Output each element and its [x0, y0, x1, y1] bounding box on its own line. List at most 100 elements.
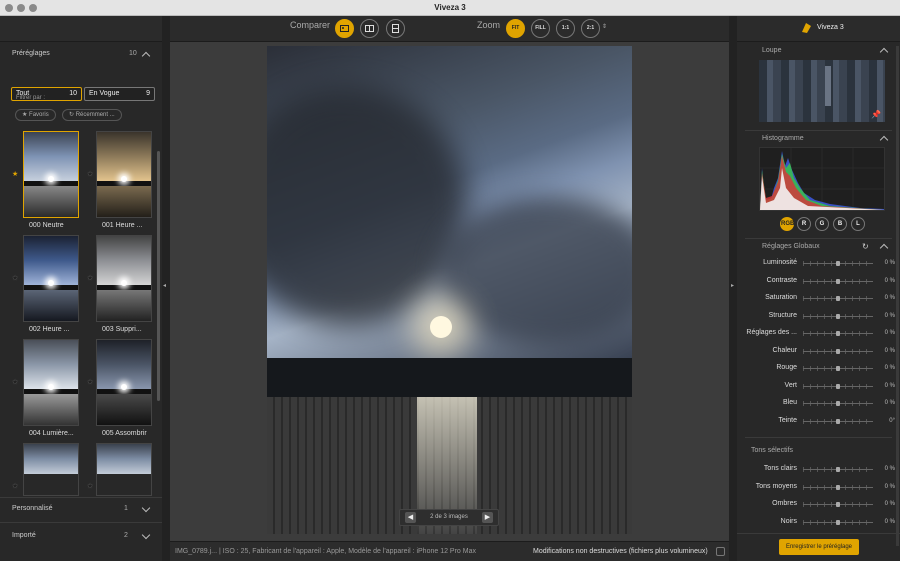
loupe-collapse-icon[interactable] [879, 47, 889, 57]
histogram-graph [760, 148, 884, 210]
histogram-title: Histogramme [762, 135, 804, 142]
slider-value: 0 % [884, 483, 895, 490]
tab-en-vogue[interactable]: En Vogue 9 [84, 87, 155, 101]
left-panel-toggle[interactable]: ◂ [162, 16, 170, 561]
slider-knob[interactable] [836, 418, 840, 424]
adjustment-slider[interactable] [803, 484, 873, 490]
adjustments-scrollbar[interactable] [896, 46, 899, 546]
adjustment-slider[interactable] [803, 401, 873, 406]
compare-single-button[interactable] [335, 19, 354, 38]
favorite-star-icon[interactable]: ★ [87, 170, 93, 178]
slider-knob[interactable] [836, 401, 840, 406]
adjustment-slider[interactable] [803, 278, 873, 284]
importe-count: 2 [124, 532, 128, 539]
channel-rgb-button[interactable]: RGB [780, 217, 794, 231]
zoom-fill-button[interactable]: FILL [531, 19, 550, 38]
preset-thumb-7[interactable] [96, 443, 152, 496]
presets-collapse-icon[interactable] [141, 51, 151, 61]
slider-knob[interactable] [836, 296, 840, 301]
slider-knob[interactable] [836, 331, 840, 336]
channel-g-button[interactable]: G [815, 217, 829, 231]
preset-thumb-3[interactable] [96, 235, 152, 322]
status-bar: IMG_0789.j... | ISO : 25, Fabricant de l… [170, 541, 729, 561]
preset-thumb-4[interactable] [23, 339, 79, 426]
favorite-star-icon[interactable]: ★ [87, 482, 93, 490]
slider-knob[interactable] [836, 383, 840, 389]
zoom-fit-button[interactable]: FIT [506, 19, 525, 38]
importe-expand-icon[interactable] [141, 530, 151, 540]
preset-thumb-2[interactable] [23, 235, 79, 322]
adjustment-slider[interactable] [803, 296, 873, 301]
adjustment-slider[interactable] [803, 313, 873, 319]
favorite-star-icon[interactable]: ★ [12, 482, 18, 490]
zoom-1to1-button[interactable]: 1:1 [556, 19, 575, 38]
app-name: Viveza 3 [817, 24, 844, 31]
preset-thumb-5[interactable] [96, 339, 152, 426]
preset-label-5: 005 Assombrir [102, 430, 147, 437]
slider-value: 0 % [884, 466, 895, 472]
compare-split-button[interactable] [360, 19, 379, 38]
preset-thumb-0[interactable] [23, 131, 79, 218]
slider-label: Luminosité [763, 259, 797, 266]
slider-knob[interactable] [836, 261, 840, 266]
slider-value: 0 % [884, 347, 895, 354]
adjustment-slider[interactable] [803, 366, 873, 371]
preset-label-0: 000 Neutre [29, 222, 64, 229]
slider-label: Chaleur [772, 346, 797, 354]
title-bar: Viveza 3 [0, 0, 900, 16]
favorite-star-icon[interactable]: ★ [12, 274, 18, 282]
compare-stacked-button[interactable] [386, 19, 405, 38]
preview-image[interactable] [267, 46, 632, 534]
favorite-star-icon[interactable]: ★ [87, 378, 93, 386]
next-image-button[interactable]: ▶ [482, 512, 493, 523]
zoom-2to1-button[interactable]: 2:1 [581, 19, 600, 38]
slider-value: 0 % [884, 295, 895, 301]
personnalise-expand-icon[interactable] [141, 503, 151, 513]
adjustment-slider[interactable] [803, 502, 873, 507]
channel-b-button[interactable]: B [833, 217, 847, 231]
slider-knob[interactable] [836, 519, 840, 525]
reset-icon[interactable]: ↻ [862, 242, 869, 251]
tab-tout-count: 10 [69, 90, 77, 97]
nondestructive-checkbox[interactable] [716, 547, 725, 556]
slider-knob[interactable] [836, 366, 840, 371]
adjustment-slider[interactable] [803, 331, 873, 336]
slider-knob[interactable] [836, 502, 840, 507]
global-collapse-icon[interactable] [879, 243, 889, 253]
favorite-star-icon[interactable]: ★ [12, 378, 18, 386]
favorite-star-icon[interactable]: ★ [12, 170, 18, 178]
preset-label-1: 001 Heure ... [102, 222, 143, 229]
adjustment-slider[interactable] [803, 383, 873, 389]
channel-r-button[interactable]: R [797, 217, 811, 231]
image-info: IMG_0789.j... | ISO : 25, Fabricant de l… [175, 548, 476, 555]
adjustment-slider[interactable] [803, 348, 873, 354]
adjustment-slider[interactable] [803, 261, 873, 266]
adjustment-slider[interactable] [803, 418, 873, 424]
slider-knob[interactable] [836, 348, 840, 354]
slider-knob[interactable] [836, 278, 840, 284]
pin-icon[interactable]: 📌 [871, 110, 881, 119]
section-personnalise[interactable]: Personnalisé [12, 505, 52, 512]
favorite-star-icon[interactable]: ★ [87, 274, 93, 282]
histogram-collapse-icon[interactable] [879, 135, 889, 145]
slider-knob[interactable] [836, 484, 840, 490]
collapse-left-icon[interactable]: ◂ [163, 282, 166, 289]
adjustment-slider[interactable] [803, 467, 873, 472]
filter-favorites[interactable]: ★ Favoris [15, 109, 56, 121]
window-title: Viveza 3 [434, 3, 466, 12]
tab-en-vogue-label: En Vogue [89, 90, 120, 97]
adjustment-slider[interactable] [803, 519, 873, 525]
zoom-stepper-icon[interactable]: ⇕ [602, 23, 607, 30]
preset-thumb-6[interactable] [23, 443, 79, 496]
slider-knob[interactable] [836, 467, 840, 472]
collapse-right-icon[interactable]: ▸ [731, 282, 734, 289]
section-importe[interactable]: Importé [12, 532, 36, 539]
preset-thumb-1[interactable] [96, 131, 152, 218]
channel-l-button[interactable]: L [851, 217, 865, 231]
filter-label: Filtrer par : [16, 95, 46, 101]
filter-recent[interactable]: ↻ Récemment ... [62, 109, 122, 121]
save-preset-button[interactable]: Enregistrer le préréglage [779, 539, 859, 555]
right-panel-toggle[interactable]: ▸ [729, 16, 737, 561]
slider-knob[interactable] [836, 313, 840, 319]
presets-scrollbar[interactable] [157, 151, 160, 401]
